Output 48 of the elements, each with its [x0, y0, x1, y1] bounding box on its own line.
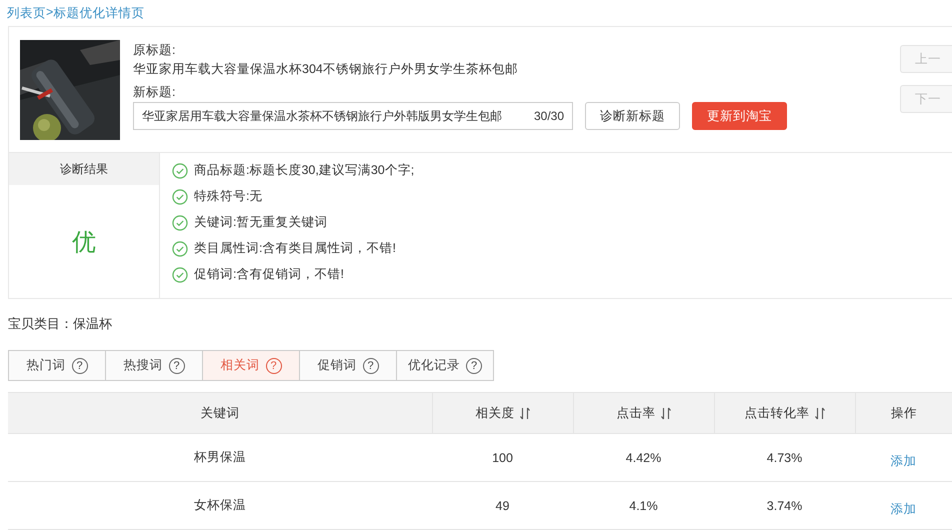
- table-cell: 100: [492, 450, 513, 464]
- column-header: 操作: [855, 393, 952, 434]
- column-header[interactable]: 相关度: [432, 393, 573, 434]
- keyword-tab[interactable]: 热门词 ?: [9, 351, 105, 380]
- diagnosis-item: 促销词:含有促销词，不错!: [194, 266, 344, 284]
- breadcrumb-current: 标题优化详情页: [53, 5, 144, 22]
- table-cell: 3.74%: [766, 498, 802, 512]
- diagnosis-grade: 优: [71, 228, 97, 258]
- check-circle-icon: [172, 266, 188, 283]
- diagnosis-item: 类目属性词:含有类目属性词，不错!: [194, 240, 396, 258]
- breadcrumb-separator: >: [46, 5, 54, 19]
- diagnosis-item: 关键词:暂无重复关键词: [194, 214, 328, 232]
- add-link[interactable]: 添加: [890, 453, 916, 470]
- diagnosis-item: 特殊符号:无: [194, 188, 262, 206]
- new-title-label: 新标题:: [133, 84, 176, 102]
- add-link[interactable]: 添加: [890, 501, 916, 518]
- table-cell: 4.73%: [766, 450, 802, 464]
- table-cell: 4.1%: [629, 498, 658, 512]
- keyword-tab[interactable]: 促销词 ?: [299, 351, 396, 380]
- check-circle-icon: [172, 240, 188, 257]
- keyword-tab[interactable]: 热搜词 ?: [105, 351, 202, 380]
- diagnose-button[interactable]: 诊断新标题: [585, 102, 680, 130]
- column-header[interactable]: 点击转化率: [714, 393, 855, 434]
- update-button[interactable]: 更新到淘宝: [692, 102, 787, 130]
- keyword-tab[interactable]: 优化记录 ?: [396, 351, 493, 380]
- sort-icon[interactable]: [814, 406, 826, 420]
- check-circle-icon: [172, 214, 188, 231]
- new-title-field[interactable]: 华亚家居用车载大容量保温水茶杯不锈钢旅行户外韩版男女学生包邮 30/30: [133, 102, 573, 130]
- help-icon[interactable]: ?: [362, 358, 378, 374]
- original-title-label: 原标题:: [133, 42, 176, 60]
- table-cell: 4.42%: [626, 450, 662, 464]
- table-cell: 女杯保温: [194, 497, 246, 514]
- help-icon[interactable]: ?: [466, 358, 482, 374]
- diagnosis-item: 商品标题:标题长度30,建议写满30个字;: [194, 162, 414, 180]
- column-header[interactable]: 点击率: [573, 393, 714, 434]
- table-cell: 杯男保温: [194, 449, 246, 466]
- diagnosis-header: 诊断结果: [9, 153, 159, 186]
- sort-icon[interactable]: [660, 406, 672, 420]
- check-circle-icon: [172, 162, 188, 179]
- column-header: 关键词: [8, 393, 432, 434]
- breadcrumb-link[interactable]: 列表页: [7, 5, 46, 22]
- table-cell: 49: [496, 498, 510, 512]
- check-circle-icon: [172, 188, 188, 205]
- sort-icon[interactable]: [518, 406, 530, 420]
- category-text: 宝贝类目：保温杯: [8, 316, 112, 332]
- original-title: 华亚家用车载大容量保温水杯304不锈钢旅行户外男女学生茶杯包邮: [133, 61, 519, 78]
- help-icon[interactable]: ?: [72, 358, 88, 374]
- help-icon[interactable]: ?: [168, 358, 184, 374]
